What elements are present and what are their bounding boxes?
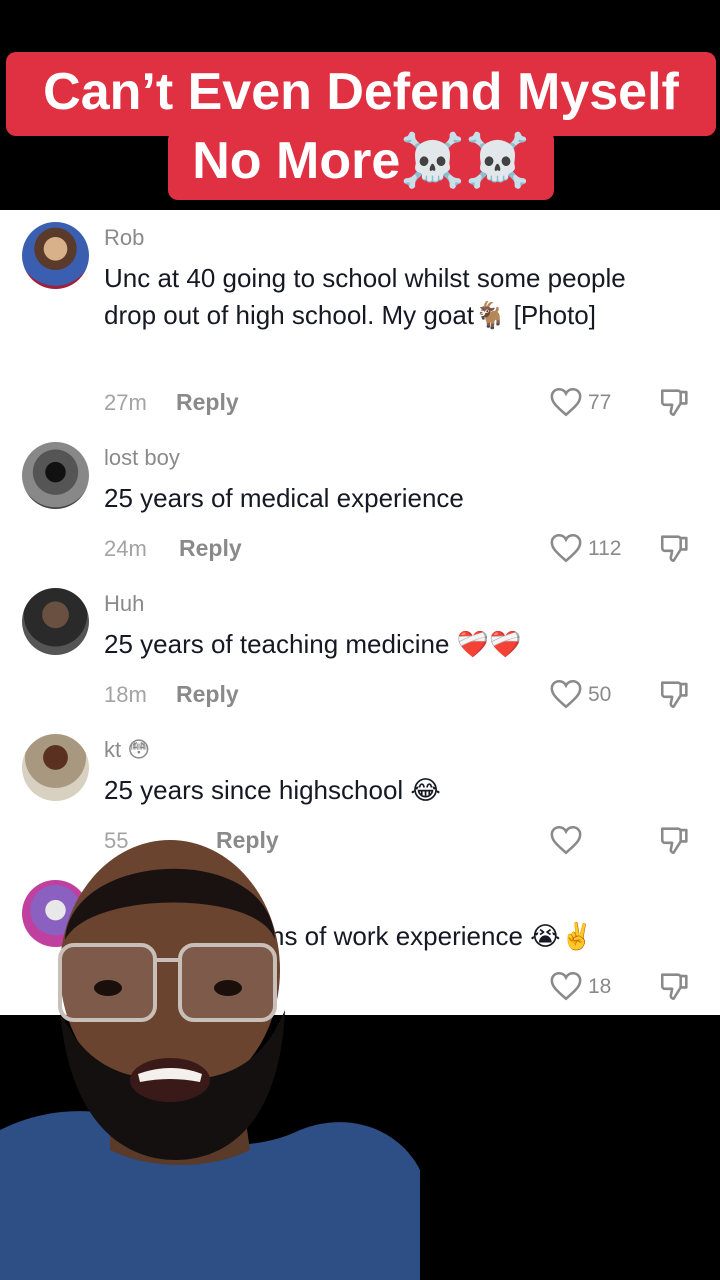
- comment-username[interactable]: Huh: [104, 591, 144, 617]
- thumbs-down-icon[interactable]: [658, 823, 692, 857]
- comment-time: 24m: [104, 536, 147, 561]
- reply-button[interactable]: Reply: [179, 535, 242, 562]
- comment-time: 18m: [104, 682, 147, 707]
- comment-text: 25 years of teaching medicine ❤️‍🩹❤️‍🩹: [104, 629, 522, 659]
- like-count: 112: [588, 537, 622, 560]
- comment-username[interactable]: lost boy: [104, 445, 180, 471]
- avatar[interactable]: [22, 734, 89, 801]
- heart-outline-icon[interactable]: [549, 970, 583, 1002]
- comment-username[interactable]: kt 😳: [104, 737, 150, 763]
- comment-text: Unc at 40 going to school whilst some pe…: [104, 263, 626, 330]
- thumbs-down-icon[interactable]: [658, 677, 692, 711]
- like-count: 77: [588, 391, 612, 414]
- heart-outline-icon[interactable]: [549, 824, 583, 856]
- comment-text: 25 years of medical experience: [104, 483, 464, 513]
- title-line-1: Can’t Even Defend Myself: [6, 52, 716, 136]
- avatar[interactable]: [22, 222, 89, 289]
- creator-video-overlay: [0, 840, 420, 1280]
- like-count: 50: [588, 683, 612, 706]
- comment-time: 27m: [104, 390, 147, 415]
- avatar[interactable]: [22, 442, 89, 509]
- avatar[interactable]: [22, 588, 89, 655]
- heart-outline-icon[interactable]: [549, 678, 583, 710]
- title-line-2: No More☠️☠️: [168, 130, 554, 200]
- reply-button[interactable]: Reply: [176, 389, 239, 416]
- comment-username[interactable]: Rob: [104, 225, 144, 251]
- comment-text: 25 years since highschool 😂: [104, 775, 441, 805]
- thumbs-down-icon[interactable]: [658, 385, 692, 419]
- thumbs-down-icon[interactable]: [658, 531, 692, 565]
- title-banner: Can’t Even Defend Myself No More☠️☠️: [0, 0, 720, 210]
- like-count: 18: [588, 975, 612, 998]
- heart-outline-icon[interactable]: [549, 532, 583, 564]
- reply-button[interactable]: Reply: [176, 681, 239, 708]
- heart-outline-icon[interactable]: [549, 386, 583, 418]
- thumbs-down-icon[interactable]: [658, 969, 692, 1003]
